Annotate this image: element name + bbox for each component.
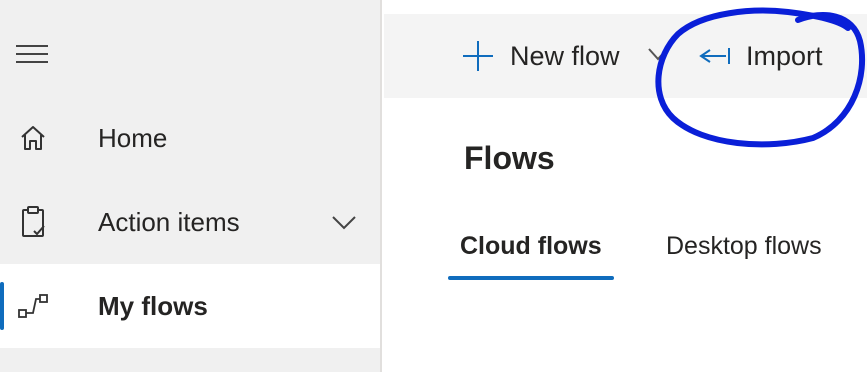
tab-label: Desktop flows (666, 232, 822, 260)
tab-cloud-flows[interactable]: Cloud flows (448, 228, 614, 280)
sidebar: Home Action items My flows (0, 0, 382, 372)
command-bar: New flow Import (384, 14, 867, 98)
sidebar-item-home[interactable]: Home (0, 96, 380, 180)
power-automate-page: Home Action items My flows New flow Impo… (0, 0, 867, 372)
page-title: Flows (464, 140, 555, 176)
import-arrow-icon (696, 38, 732, 74)
sidebar-item-label: My flows (98, 290, 208, 321)
home-icon (16, 121, 50, 155)
sidebar-item-label: Action items (98, 206, 240, 237)
tab-desktop-flows[interactable]: Desktop flows (666, 228, 822, 280)
chevron-down-icon[interactable] (328, 206, 360, 238)
active-indicator (0, 282, 4, 330)
clipboard-check-icon (16, 205, 50, 239)
new-flow-button[interactable]: New flow (460, 14, 620, 98)
tab-label: Cloud flows (460, 232, 602, 260)
plus-icon (460, 38, 496, 74)
hamburger-menu-icon[interactable] (14, 40, 50, 70)
sidebar-item-label: Home (98, 122, 168, 153)
sidebar-item-action-items[interactable]: Action items (0, 180, 380, 264)
selected-tab-indicator (448, 276, 614, 280)
sidebar-item-my-flows[interactable]: My flows (0, 264, 380, 348)
chevron-down-icon[interactable] (644, 40, 672, 68)
import-label: Import (746, 40, 823, 71)
flow-icon (16, 289, 50, 323)
import-button[interactable]: Import (696, 14, 823, 98)
new-flow-label: New flow (510, 40, 620, 71)
